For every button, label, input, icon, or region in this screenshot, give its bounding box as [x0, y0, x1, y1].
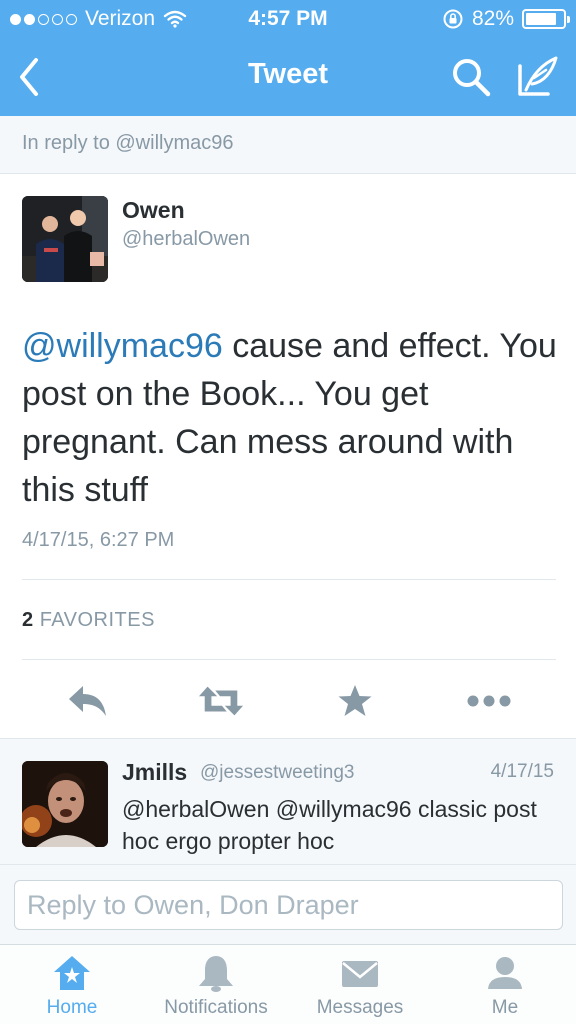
- favorites-label: FAVORITES: [39, 609, 155, 631]
- tab-home-label: Home: [46, 997, 98, 1018]
- bell-icon: [199, 956, 233, 992]
- reply-author-name[interactable]: Jmills: [122, 759, 187, 786]
- mention-link[interactable]: @willymac96: [22, 327, 223, 365]
- search-icon[interactable]: [450, 56, 492, 98]
- rotation-lock-icon: [443, 9, 463, 29]
- home-icon: [54, 956, 90, 990]
- divider: [22, 579, 556, 580]
- author-handle[interactable]: @herbalOwen: [122, 228, 250, 251]
- tab-bar: Home Notifications Messages Me: [0, 944, 576, 1024]
- author-name[interactable]: Owen: [122, 197, 185, 224]
- in-reply-to-link[interactable]: In reply to @willymac96: [0, 116, 576, 174]
- reply-author-handle[interactable]: @jessestweeting3: [200, 762, 354, 784]
- reply-list-item[interactable]: Jmills @jessestweeting3 4/17/15 @herbalO…: [0, 738, 576, 864]
- more-button[interactable]: [466, 678, 512, 724]
- star-icon: [338, 685, 372, 716]
- reply-input[interactable]: [14, 880, 563, 930]
- author-avatar[interactable]: [22, 196, 108, 282]
- tab-messages-label: Messages: [316, 997, 404, 1018]
- tweet-actions: [0, 672, 576, 732]
- compose-tweet-icon[interactable]: [514, 54, 560, 100]
- reply-text: @herbalOwen @willymac96 classic post hoc…: [122, 796, 537, 854]
- tab-messages[interactable]: Messages: [305, 945, 415, 1024]
- tab-notifications[interactable]: Notifications: [152, 945, 280, 1024]
- battery-icon: [522, 9, 570, 29]
- tweet-timestamp: 4/17/15, 6:27 PM: [22, 529, 175, 551]
- reply-avatar[interactable]: [22, 761, 108, 847]
- reply-button[interactable]: [65, 678, 111, 724]
- tab-me-label: Me: [491, 997, 519, 1018]
- favorites-count[interactable]: 2 FAVORITES: [22, 609, 155, 632]
- favorites-number: 2: [22, 609, 34, 631]
- nav-bar: Tweet: [0, 40, 576, 116]
- tab-home[interactable]: Home: [32, 945, 112, 1024]
- battery-percent: 82%: [471, 7, 514, 30]
- retweet-button[interactable]: [198, 678, 244, 724]
- top-bar: Verizon 4:57 PM 82% Tweet: [0, 0, 576, 116]
- envelope-icon: [342, 961, 378, 987]
- reply-timestamp: 4/17/15: [490, 761, 554, 782]
- more-dots-icon: [467, 695, 511, 707]
- status-bar: Verizon 4:57 PM 82%: [0, 0, 576, 38]
- retweet-icon: [198, 686, 244, 716]
- tweet-text: @willymac96 cause and effect. You post o…: [22, 322, 558, 514]
- tab-notifications-label: Notifications: [164, 997, 268, 1018]
- favorite-button[interactable]: [332, 678, 378, 724]
- divider: [22, 659, 556, 660]
- person-icon: [488, 957, 522, 989]
- reply-composer: [0, 864, 576, 944]
- tab-me[interactable]: Me: [470, 945, 540, 1024]
- reply-icon: [69, 686, 106, 716]
